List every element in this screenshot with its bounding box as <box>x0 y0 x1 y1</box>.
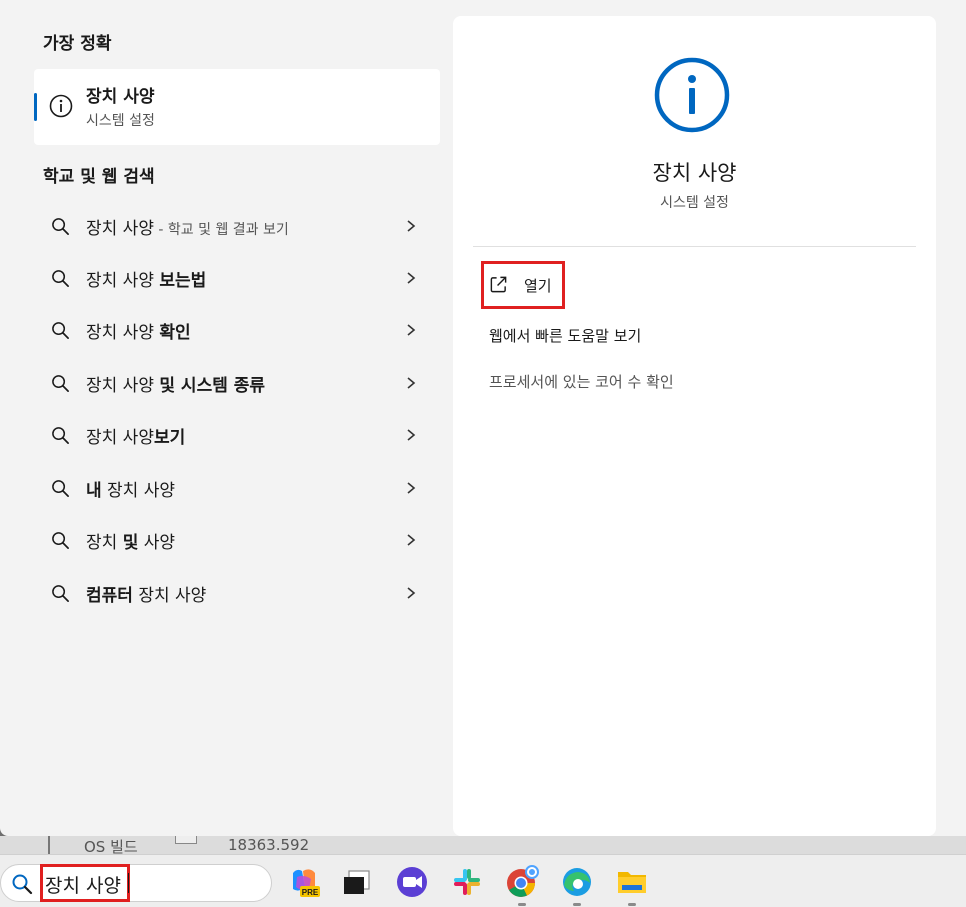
search-icon <box>52 585 69 602</box>
web-result-label: 장치 사양 및 시스템 종류 <box>86 376 266 396</box>
search-icon <box>12 874 33 895</box>
web-result-label: 컴퓨터 장치 사양 <box>86 586 207 606</box>
chevron-right-icon <box>407 587 416 599</box>
search-icon <box>52 218 69 235</box>
background-divider <box>48 836 50 854</box>
web-result-label: 장치 사양보기 <box>86 428 186 448</box>
web-result-label: 장치 사양 확인 <box>86 323 191 343</box>
best-match-subtitle: 시스템 설정 <box>86 113 155 129</box>
web-result-item[interactable]: 장치 사양 보는법 <box>34 255 440 301</box>
taskbar: 장치 사양 PRE <box>0 854 966 907</box>
search-icon <box>52 375 69 392</box>
search-query-text[interactable]: 장치 사양 <box>45 871 121 898</box>
edge-icon[interactable] <box>560 865 594 899</box>
web-result-item[interactable]: 컴퓨터 장치 사양 <box>34 570 440 616</box>
search-flyout: 가장 정확 장치 사양 시스템 설정 학교 및 웹 검색 장치 사양 - 학교 … <box>0 0 966 836</box>
info-icon <box>654 57 730 133</box>
background-window-strip: OS 빌드 18363.592 <box>0 836 966 854</box>
running-indicator <box>518 903 526 906</box>
copilot-pre-icon[interactable]: PRE <box>287 865 321 899</box>
slack-icon[interactable] <box>450 865 484 899</box>
open-action-label: 열기 <box>524 277 552 295</box>
best-match-result[interactable]: 장치 사양 시스템 설정 <box>34 69 440 145</box>
detail-title: 장치 사양 <box>652 161 737 185</box>
detail-subtitle: 시스템 설정 <box>660 195 729 211</box>
web-result-item[interactable]: 장치 사양 및 시스템 종류 <box>34 360 440 406</box>
best-match-heading: 가장 정확 <box>43 34 112 54</box>
search-icon <box>52 427 69 444</box>
web-result-label: 내 장치 사양 <box>86 481 176 501</box>
chevron-right-icon <box>407 324 416 336</box>
open-external-icon <box>490 276 507 293</box>
detail-divider <box>473 246 916 247</box>
chevron-right-icon <box>407 534 416 546</box>
web-result-item[interactable]: 장치 사양 - 학교 및 웹 결과 보기 <box>34 203 440 249</box>
info-icon <box>49 94 73 118</box>
web-result-label: 장치 사양 보는법 <box>86 271 207 291</box>
web-result-label: 장치 및 사양 <box>86 533 176 553</box>
background-os-build-value: 18363.592 <box>228 836 310 854</box>
running-indicator <box>573 903 581 906</box>
search-icon <box>52 480 69 497</box>
file-explorer-icon[interactable] <box>615 865 649 899</box>
zoom-icon[interactable] <box>395 865 429 899</box>
taskbar-search-box[interactable]: 장치 사양 <box>0 864 272 902</box>
text-caret <box>128 873 129 893</box>
web-result-item[interactable]: 장치 사양 확인 <box>34 307 440 353</box>
search-icon <box>52 270 69 287</box>
background-copy-icon <box>175 836 197 844</box>
processor-cores-link[interactable]: 프로세서에 있는 코어 수 확인 <box>489 371 674 392</box>
chevron-right-icon <box>407 272 416 284</box>
web-search-heading: 학교 및 웹 검색 <box>43 167 155 187</box>
chrome-icon[interactable] <box>505 865 539 899</box>
task-view-icon[interactable] <box>340 865 374 899</box>
running-indicator <box>628 903 636 906</box>
chevron-right-icon <box>407 429 416 441</box>
chevron-right-icon <box>407 220 416 232</box>
background-os-build-label: OS 빌드 <box>84 838 138 854</box>
search-results-pane: 가장 정확 장치 사양 시스템 설정 학교 및 웹 검색 장치 사양 - 학교 … <box>0 0 450 836</box>
web-result-item[interactable]: 장치 및 사양 <box>34 517 440 563</box>
svg-text:PRE: PRE <box>302 888 319 897</box>
best-match-title: 장치 사양 <box>86 87 155 107</box>
web-result-label: 장치 사양 - 학교 및 웹 결과 보기 <box>86 219 289 239</box>
search-icon <box>52 322 69 339</box>
web-result-item[interactable]: 장치 사양보기 <box>34 412 440 458</box>
search-icon <box>52 532 69 549</box>
web-result-item[interactable]: 내 장치 사양 <box>34 465 440 511</box>
chevron-right-icon <box>407 482 416 494</box>
selection-accent <box>34 93 37 121</box>
result-detail-pane: 장치 사양 시스템 설정 열기 웹에서 빠른 도움말 보기 프로세서에 있는 코… <box>453 16 936 836</box>
chevron-right-icon <box>407 377 416 389</box>
web-help-action[interactable]: 웹에서 빠른 도움말 보기 <box>489 325 641 346</box>
open-action[interactable]: 열기 <box>481 261 565 309</box>
